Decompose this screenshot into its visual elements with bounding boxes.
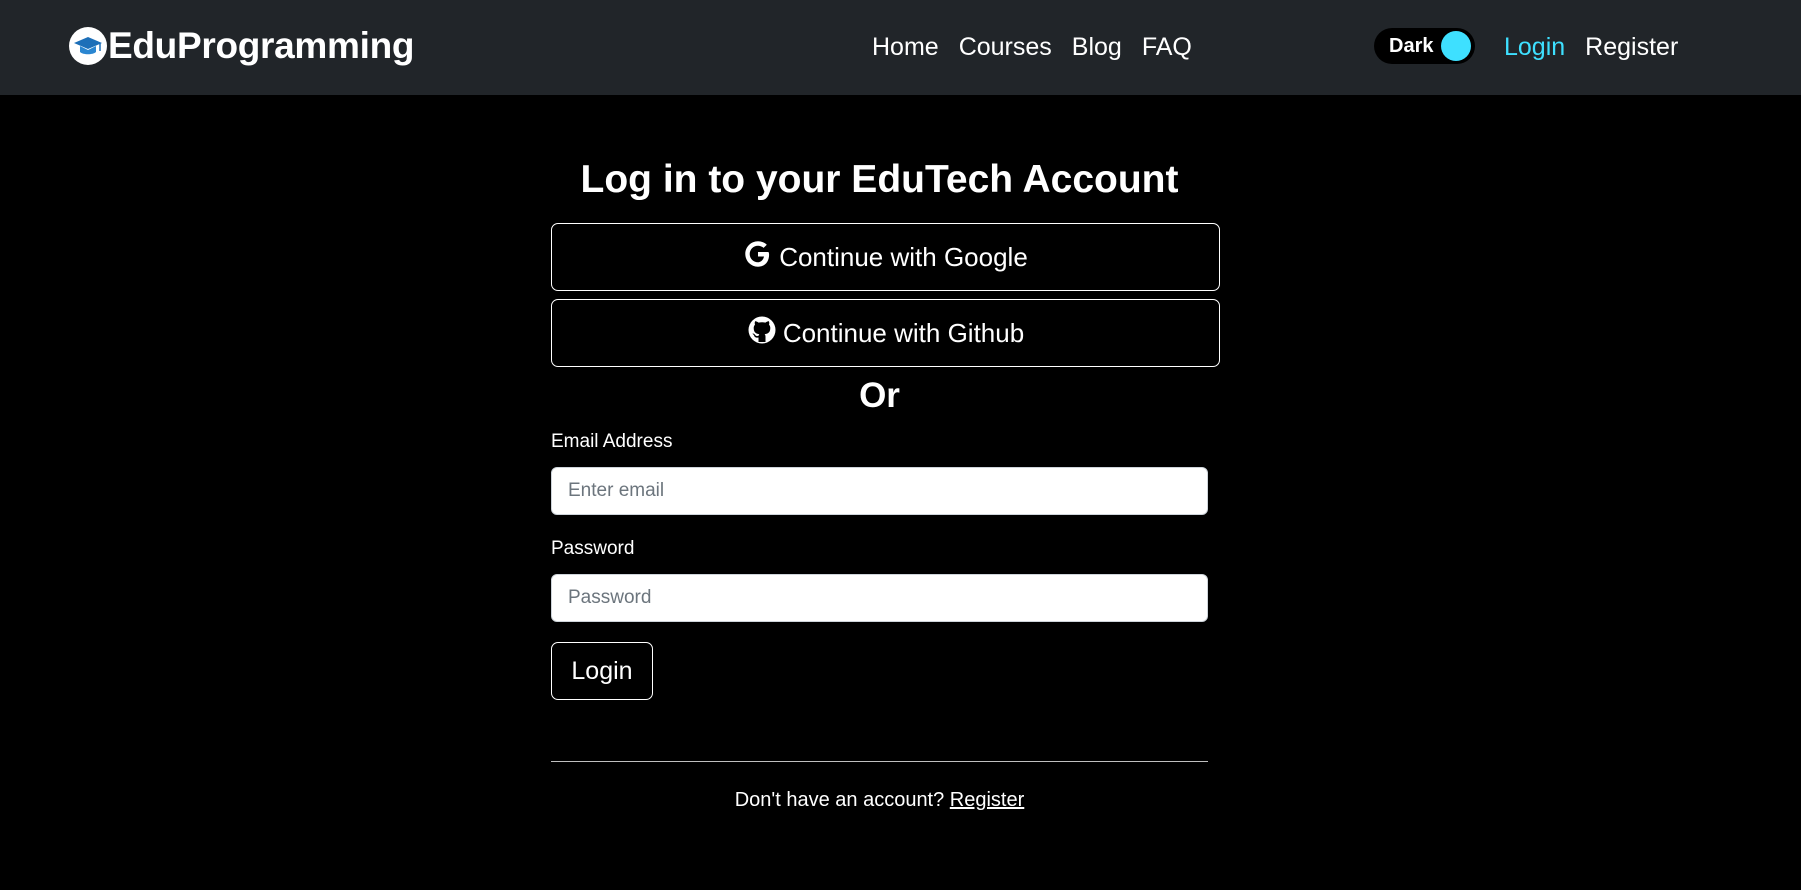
no-account-text: Don't have an account? <box>734 789 950 811</box>
github-login-button[interactable]: Continue with Github <box>551 299 1220 367</box>
nav-login-link[interactable]: Login <box>1504 27 1565 67</box>
google-button-label: Continue with Google <box>779 241 1028 272</box>
graduation-cap-icon <box>69 27 107 65</box>
toggle-knob <box>1441 31 1471 61</box>
register-prompt: Don't have an account? Register <box>551 785 1208 815</box>
login-button[interactable]: Login <box>551 642 653 700</box>
github-button-label: Continue with Github <box>782 317 1025 348</box>
nav-link-faq[interactable]: FAQ <box>1142 27 1192 67</box>
theme-toggle-label: Dark <box>1389 35 1434 57</box>
email-label: Email Address <box>551 431 673 452</box>
register-link[interactable]: Register <box>950 789 1024 811</box>
page-title: Log in to your EduTech Account <box>580 158 1179 201</box>
divider <box>551 761 1208 762</box>
password-input[interactable] <box>551 574 1208 622</box>
nav-link-courses[interactable]: Courses <box>959 27 1052 67</box>
brand-name: EduProgramming <box>108 25 415 66</box>
brand[interactable]: EduProgramming <box>69 24 415 68</box>
google-icon <box>743 239 779 276</box>
nav-link-home[interactable]: Home <box>872 27 939 67</box>
email-input[interactable] <box>551 467 1208 515</box>
nav-link-blog[interactable]: Blog <box>1072 27 1122 67</box>
password-label: Password <box>551 538 635 559</box>
theme-toggle[interactable]: Dark <box>1374 28 1475 64</box>
github-icon <box>747 315 783 352</box>
nav-register-link[interactable]: Register <box>1585 27 1678 67</box>
main-nav: Home Courses Blog FAQ <box>872 27 1192 67</box>
or-separator: Or <box>859 376 900 415</box>
google-login-button[interactable]: Continue with Google <box>551 223 1220 291</box>
auth-links: Login Register <box>1504 27 1678 67</box>
navbar: EduProgramming Home Courses Blog FAQ Dar… <box>0 0 1801 95</box>
